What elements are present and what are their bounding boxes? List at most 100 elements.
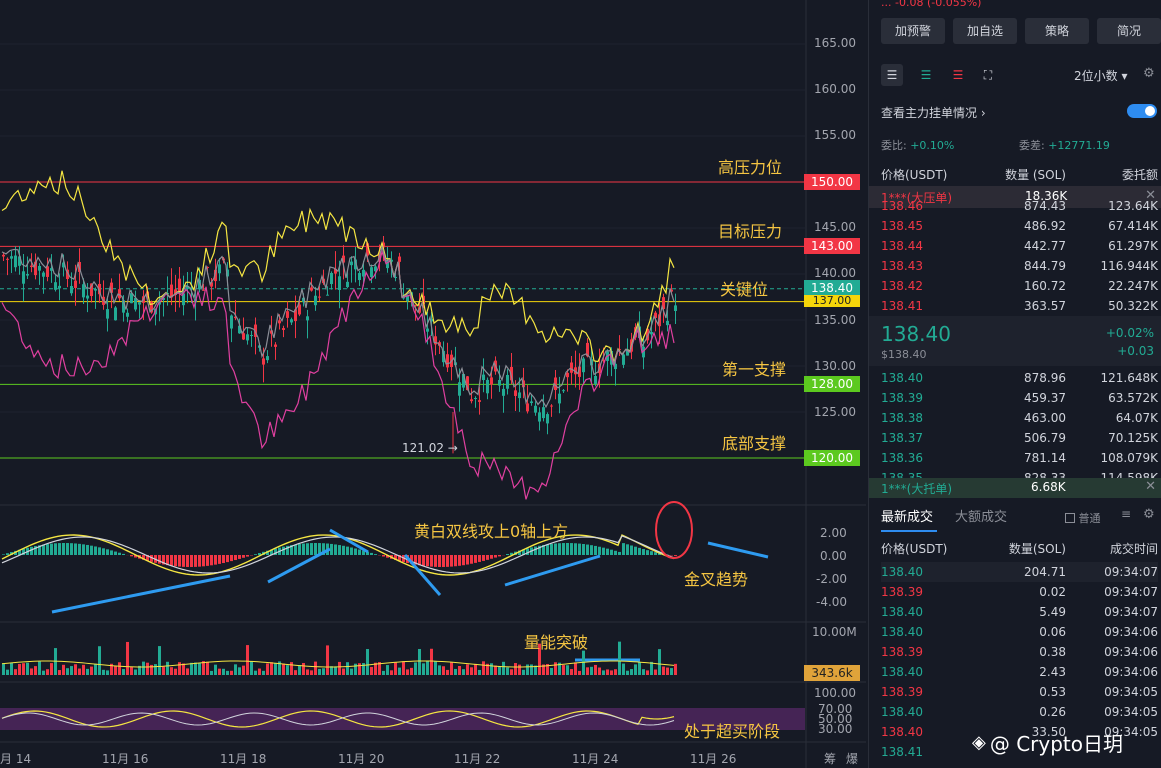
- ask-row[interactable]: 138.46 874.43 123.64K: [881, 196, 1158, 216]
- volume-bar: [186, 668, 189, 675]
- candle-body: [70, 285, 73, 294]
- volume-bar: [70, 666, 73, 675]
- settings-icon[interactable]: ⚙: [1143, 507, 1155, 522]
- cell-qty: 363.57: [1024, 299, 1066, 313]
- ask-row[interactable]: 138.44 442.77 61.297K: [881, 236, 1158, 256]
- macd-bar: [674, 555, 677, 556]
- chart-canvas[interactable]: [0, 0, 866, 768]
- macd-bar: [282, 546, 285, 555]
- volume-bar: [386, 665, 389, 675]
- decimals-select[interactable]: 2位小数 ▾: [1074, 67, 1128, 84]
- main-orders-toggle[interactable]: [1127, 104, 1157, 118]
- liquidation-button[interactable]: 爆: [846, 750, 858, 767]
- volume-bar: [114, 665, 117, 675]
- candle-body: [470, 399, 473, 402]
- bid-row[interactable]: 138.39 459.37 63.572K: [881, 388, 1158, 408]
- tab-latest-trades[interactable]: 最新成交: [881, 506, 933, 525]
- book-asks-view-icon[interactable]: ☰: [947, 64, 969, 86]
- add-watchlist-button[interactable]: 加自选: [953, 18, 1017, 44]
- macd-bar: [478, 555, 481, 562]
- trend-arrow: [504, 554, 601, 587]
- overview-button[interactable]: 简况: [1097, 18, 1161, 44]
- volume-bar: [154, 664, 157, 675]
- volume-bar: [230, 670, 233, 675]
- candle-body: [310, 287, 313, 291]
- trade-row[interactable]: 138.40 204.71 09:34:07: [881, 562, 1158, 582]
- ask-row[interactable]: 138.42 160.72 22.247K: [881, 276, 1158, 296]
- macd-bar: [470, 555, 473, 564]
- trade-row[interactable]: 138.39 0.38 09:34:06: [881, 642, 1158, 662]
- bid-row[interactable]: 138.36 781.14 108.079K: [881, 448, 1158, 468]
- volume-bar: [342, 668, 345, 675]
- macd-tick: 0.00: [820, 549, 847, 563]
- ask-row[interactable]: 138.41 363.57 50.322K: [881, 296, 1158, 316]
- binance-logo-icon: ◈: [972, 732, 986, 753]
- book-bids-view-icon[interactable]: ☰: [915, 64, 937, 86]
- trade-row[interactable]: 138.40 5.49 09:34:07: [881, 602, 1158, 622]
- bid-row[interactable]: 138.38 463.00 64.07K: [881, 408, 1158, 428]
- volume-bar: [74, 664, 77, 675]
- volume-bar: [654, 669, 657, 675]
- date-tick: 11月 26: [690, 752, 737, 766]
- macd-bar: [46, 544, 49, 555]
- price-level-128: 128.00: [804, 376, 860, 392]
- candle-body: [74, 280, 77, 288]
- macd-bar: [570, 543, 573, 555]
- rsi-tick: 100.00: [814, 686, 856, 700]
- trade-row[interactable]: 138.40 0.06 09:34:06: [881, 622, 1158, 642]
- trade-row[interactable]: 138.40 2.43 09:34:06: [881, 662, 1158, 682]
- volume-bar: [206, 661, 209, 675]
- candle-body: [42, 272, 45, 277]
- ask-row[interactable]: 138.45 486.92 67.414K: [881, 216, 1158, 236]
- add-alert-button[interactable]: 加预警: [881, 18, 945, 44]
- trade-row[interactable]: 138.39 0.53 09:34:05: [881, 682, 1158, 702]
- candle-body: [650, 331, 653, 335]
- volume-bar: [214, 664, 217, 675]
- ask-row[interactable]: 138.43 844.79 116.944K: [881, 256, 1158, 276]
- main-orders-link[interactable]: 查看主力挂单情况 ›: [881, 104, 986, 121]
- macd-bar: [630, 545, 633, 555]
- macd-bar: [482, 555, 485, 561]
- macd-bar: [374, 554, 377, 555]
- macd-bar: [622, 543, 625, 555]
- settings-icon[interactable]: ⚙: [1143, 66, 1155, 81]
- y-tick: 130.00: [814, 359, 856, 373]
- volume-bar: [402, 661, 405, 675]
- bid-row[interactable]: 138.40 878.96 121.648K: [881, 368, 1158, 388]
- normal-filter-checkbox[interactable]: 普通: [1065, 510, 1101, 526]
- macd-bar: [590, 545, 593, 555]
- strategy-button[interactable]: 策略: [1025, 18, 1089, 44]
- tab-big-trades[interactable]: 大额成交: [955, 506, 1007, 525]
- volume-bar: [658, 649, 661, 675]
- macd-tick: 2.00: [820, 526, 847, 540]
- bid-row[interactable]: 138.37 506.79 70.125K: [881, 428, 1158, 448]
- price-chart[interactable]: 165.00 160.00 155.00 145.00 140.00 135.0…: [0, 0, 866, 768]
- candle-body: [54, 282, 57, 290]
- macd-bar: [650, 551, 653, 555]
- macd-bar: [178, 555, 181, 567]
- candle-body: [178, 278, 181, 293]
- volume-bar: [242, 665, 245, 675]
- filter-list-icon[interactable]: ≡: [1121, 507, 1131, 521]
- volume-bar: [562, 665, 565, 675]
- big-buy-order-row[interactable]: 1***(大托单) 6.68K ✕: [869, 478, 1161, 498]
- weibi-stat: 委比: +0.10%: [881, 139, 955, 152]
- macd-bar: [446, 555, 449, 567]
- chip-distribution-button[interactable]: 筹: [824, 750, 836, 767]
- volume-bar: [134, 669, 137, 675]
- volume-bar: [474, 663, 477, 675]
- price-level-143: 143.00: [804, 238, 860, 254]
- macd-bar: [346, 546, 349, 555]
- book-expand-icon[interactable]: ⛶: [977, 64, 999, 86]
- macd-bar: [438, 555, 441, 567]
- book-both-view-icon[interactable]: ☰: [881, 64, 903, 86]
- volume-bar: [514, 663, 517, 675]
- close-icon[interactable]: ✕: [1145, 479, 1156, 494]
- cell-amt: 09:34:05: [1104, 685, 1158, 699]
- trade-row[interactable]: 138.39 0.02 09:34:07: [881, 582, 1158, 602]
- trade-row[interactable]: 138.40 0.26 09:34:05: [881, 702, 1158, 722]
- date-tick: 11月 18: [220, 752, 267, 766]
- candle-body: [94, 288, 97, 291]
- macd-bar: [222, 555, 225, 564]
- volume-bar: [310, 670, 313, 675]
